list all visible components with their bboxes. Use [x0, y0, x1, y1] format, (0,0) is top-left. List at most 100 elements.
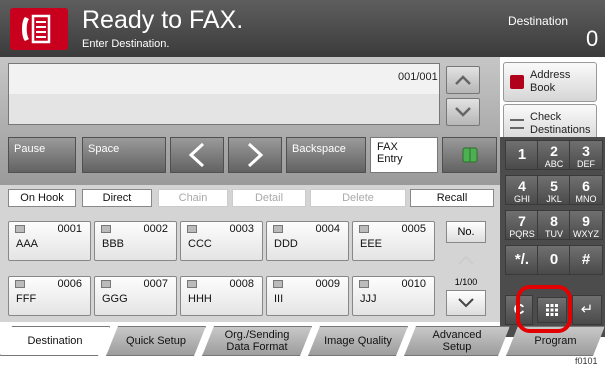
destination-entry[interactable]: 0008 HHH — [180, 276, 263, 316]
destination-name: JJJ — [360, 293, 377, 305]
on-hook-button[interactable]: On Hook — [8, 189, 76, 207]
tab-quick-setup[interactable]: Quick Setup — [106, 326, 206, 356]
keypad-key[interactable]: 1 — [505, 140, 539, 170]
destination-entry[interactable]: 0007 GGG — [94, 276, 177, 316]
keypad-key-letters: MNO — [575, 194, 597, 204]
keypad-key[interactable]: 0 — [537, 245, 571, 275]
enter-icon[interactable]: ↵ — [572, 295, 602, 325]
destination-name: HHH — [188, 293, 212, 305]
keypad-key[interactable]: 8 TUV — [537, 210, 571, 240]
destination-number: 0006 — [57, 278, 82, 290]
keypad-key-number: 0 — [549, 251, 559, 268]
tab-org-sending[interactable]: Org./Sending Data Format — [202, 326, 312, 356]
destination-name: FFF — [16, 293, 37, 305]
book-button[interactable] — [442, 137, 497, 173]
scroll-down-button[interactable] — [446, 98, 480, 126]
fax-icon — [359, 225, 369, 233]
destination-number: 0003 — [229, 223, 254, 235]
destination-entry[interactable]: 0006 FFF — [8, 276, 91, 316]
destination-entry[interactable]: 0002 BBB — [94, 221, 177, 261]
destination-name: BBB — [102, 238, 125, 250]
destination-name: EEE — [360, 238, 383, 250]
fax-icon — [101, 225, 111, 233]
keypad-key[interactable]: 7 PQRS — [505, 210, 539, 240]
fax-entry-button[interactable]: FAX Entry — [370, 137, 438, 173]
tab-image-quality[interactable]: Image Quality — [308, 326, 408, 356]
destination-name: AAA — [16, 238, 39, 250]
fax-entry-line1: FAX — [377, 141, 398, 153]
pause-button[interactable]: Pause — [8, 137, 76, 173]
delete-button[interactable]: Delete — [310, 189, 406, 207]
scroll-up-button[interactable] — [446, 66, 480, 94]
destination-number: 0005 — [401, 223, 426, 235]
keypad-key[interactable]: 9 WXYZ — [569, 210, 603, 240]
destination-input[interactable] — [8, 63, 440, 125]
chain-button[interactable]: Chain — [158, 189, 228, 207]
highlight-circle — [516, 285, 572, 333]
keypad-key-letters: GHI — [513, 194, 530, 204]
fax-icon — [15, 225, 25, 233]
tab-advanced-line2: Setup — [442, 341, 472, 353]
keypad-key[interactable]: 3 DEF — [569, 140, 603, 170]
tab-destination[interactable]: Destination — [0, 326, 110, 356]
list-up-button[interactable] — [446, 247, 486, 273]
space-button[interactable]: Space — [82, 137, 166, 173]
tab-org-line1: Org./Sending — [224, 329, 290, 341]
fax-icon — [273, 280, 283, 288]
keypad-key-letters: JKL — [546, 194, 562, 204]
keypad-key-number: 9 — [582, 213, 590, 229]
figure-code: f0101 — [575, 356, 598, 366]
keypad-key[interactable]: # — [569, 245, 603, 275]
destination-number: 0002 — [143, 223, 168, 235]
backspace-button[interactable]: Backspace — [286, 137, 366, 173]
destination-entry[interactable]: 0005 EEE — [352, 221, 435, 261]
destination-entry[interactable]: 0003 CCC — [180, 221, 263, 261]
keypad-key-number: 3 — [582, 143, 590, 159]
check-destinations-label: Check Destinations — [530, 111, 591, 136]
destination-entry[interactable]: 0004 DDD — [266, 221, 349, 261]
destination-name: DDD — [274, 238, 298, 250]
cursor-left-button[interactable] — [170, 137, 224, 173]
destination-entry[interactable]: 0001 AAA — [8, 221, 91, 261]
keypad-key[interactable]: */. — [505, 245, 539, 275]
direct-button[interactable]: Direct — [82, 189, 152, 207]
keypad-key-letters: DEF — [577, 159, 595, 169]
chevron-left-icon — [188, 142, 205, 168]
destination-entry[interactable]: 0009 III — [266, 276, 349, 316]
fax-icon — [187, 280, 197, 288]
destination-number: 0007 — [143, 278, 168, 290]
keypad-key-number: 8 — [550, 213, 558, 229]
check-list-icon — [510, 119, 524, 129]
keypad-key[interactable]: 6 MNO — [569, 175, 603, 205]
address-book-button[interactable]: Address Book — [503, 62, 597, 102]
list-down-button[interactable] — [446, 290, 486, 316]
keypad-key-letters: PQRS — [509, 229, 535, 239]
chevron-right-icon — [247, 142, 264, 168]
destination-entry[interactable]: 0010 JJJ — [352, 276, 435, 316]
destination-name: III — [274, 293, 284, 305]
keypad-key[interactable]: 4 GHI — [505, 175, 539, 205]
destination-number: 0008 — [229, 278, 254, 290]
keypad-key-number: 6 — [582, 178, 590, 194]
destination-count: 0 — [586, 26, 599, 51]
keypad-key[interactable]: 5 JKL — [537, 175, 571, 205]
tab-advanced-setup[interactable]: Advanced Setup — [404, 326, 510, 356]
sort-number-button[interactable]: No. — [446, 221, 486, 243]
fax-icon — [101, 280, 111, 288]
cursor-right-button[interactable] — [228, 137, 282, 173]
destination-number: 0010 — [401, 278, 426, 290]
book-icon — [462, 147, 477, 163]
keypad-key-number: 7 — [518, 213, 526, 229]
detail-button[interactable]: Detail — [232, 189, 306, 207]
chevron-up-icon — [458, 255, 474, 265]
recall-button[interactable]: Recall — [410, 189, 494, 207]
keypad-key[interactable]: 2 ABC — [537, 140, 571, 170]
chevron-down-icon — [458, 298, 474, 308]
fax-icon — [187, 225, 197, 233]
chevron-up-icon — [455, 75, 471, 85]
keypad-key-letters: TUV — [545, 229, 563, 239]
destination-label: Destination — [508, 14, 569, 28]
keypad-key-number: 5 — [550, 178, 558, 194]
fax-icon — [359, 280, 369, 288]
list-page-indicator: 1/100 — [454, 277, 478, 287]
